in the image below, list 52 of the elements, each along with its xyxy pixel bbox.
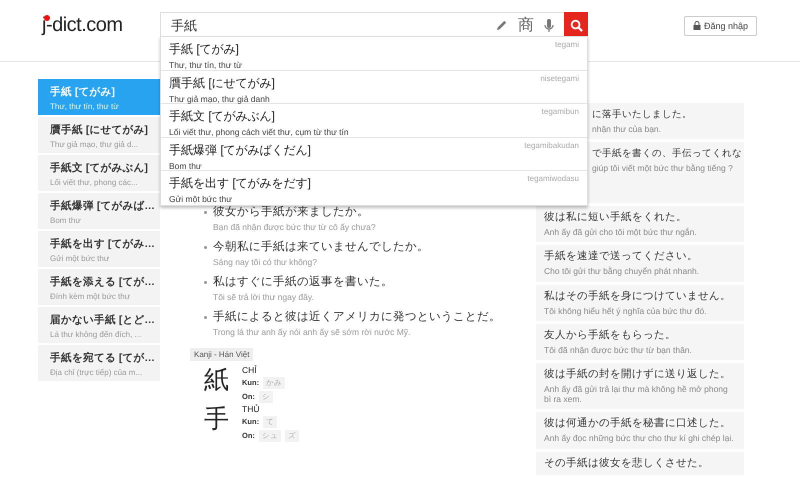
bullet-icon — [204, 316, 207, 319]
sidebar-item[interactable]: 手紙を添える [てが… Đính kèm một bức thư — [38, 269, 160, 307]
example-translation: nhận thư của bạn. — [592, 124, 662, 134]
bullet-icon — [204, 246, 207, 249]
bullet-icon — [204, 281, 207, 284]
pencil-icon[interactable] — [495, 19, 508, 32]
site-logo[interactable]: j-dict.com — [42, 14, 160, 37]
sidebar-item[interactable]: 届かない手紙 [とど… Lá thư không đến đích, ... — [38, 307, 160, 345]
example-sentence: 彼は私に短い手紙をくれた。 — [544, 211, 688, 224]
kanji-character[interactable]: 手 — [204, 404, 234, 442]
kanji-button[interactable]: 商 — [518, 15, 534, 36]
example-translation: Tôi sẽ trả lời thư ngay đây. — [213, 292, 315, 302]
example-sentence: 彼は手紙の封を開けずに送り返した。 — [544, 368, 732, 381]
example-sentence: 私はすぐに手紙の返事を書いた。 — [213, 274, 393, 289]
search-icon — [570, 19, 582, 32]
example-translation: Bạn đã nhận được bức thư từ cô ấy chưa? — [213, 222, 376, 232]
sidebar-item[interactable]: 手紙を出す [てがみ… Gửi một bức thư — [38, 231, 160, 269]
suggestion-item[interactable]: 贋手紙 [にせてがみ] Thư giả mạo, thư giả danh nisetegami — [161, 70, 587, 104]
example-translation: Cho tôi gửi thư bằng chuyển phát nhanh. — [544, 266, 700, 277]
suggestion-item[interactable]: 手紙 [てがみ] Thư, thư tín, thư từ tegami — [161, 37, 587, 70]
example-sentence: で手紙を書くの、手伝ってくれな — [592, 147, 742, 160]
example-translation: Anh ấy đã gửi cho tôi một bức thư ngắn. — [544, 227, 698, 238]
microphone-icon[interactable] — [544, 18, 554, 32]
example-sentence: 今朝私に手紙は来ていませんでしたか。 — [213, 239, 429, 254]
example-translation: Tôi không hiểu hết ý nghĩa của bức thư đó. — [544, 306, 708, 316]
example-sentence: 友人から手紙をもらった。 — [544, 328, 677, 342]
sidebar-item[interactable]: 手紙文 [てがみぶん] Lối viết thư, phong các... — [38, 155, 160, 193]
example-translation: Tôi đã nhận được bức thư từ bạn thân. — [544, 344, 693, 355]
example-translation: giúp tôi viết một bức thư bằng tiếng ? — [592, 163, 734, 174]
section-tag: Kanji - Hán Việt — [190, 348, 254, 361]
example-sentence: に落手いたしました。 — [592, 108, 693, 121]
login-button[interactable]: Đăng nhập — [684, 16, 758, 36]
han-viet-reading: THỦ — [242, 404, 260, 414]
sidebar-item[interactable]: 手紙爆弾 [てがみば… Bom thư — [38, 193, 160, 231]
lock-icon — [693, 21, 701, 30]
kanji-character[interactable]: 紙 — [204, 365, 234, 403]
han-viet-reading: CHỈ — [242, 365, 258, 375]
sidebar-item[interactable]: 贋手紙 [にせてがみ] Thư giả mạo, thư giả d... — [38, 117, 160, 155]
example-translation: Trong lá thư anh ấy nói anh ấy sẽ sớm rời nước Mỹ. — [213, 327, 412, 337]
example-translation: Anh ấy đọc những bức thư cho thư kí ghi chép lại. — [544, 433, 735, 444]
example-translation: Sáng nay tôi có thư không? — [213, 257, 318, 267]
sidebar-item[interactable]: 手紙を宛てる [てが… Địa chỉ (trực tiếp) của m... — [38, 345, 160, 383]
example-sentence: 私はその手紙を身につけていません。 — [544, 290, 732, 303]
suggestion-item[interactable]: 手紙を出す [てがみをだす] Gửi một bức thư tegamiwodasu — [161, 171, 587, 204]
example-sentence: その手紙は彼女を悲しくさせた。 — [544, 456, 710, 470]
example-sentence: 手紙を速達で送ってください。 — [544, 250, 699, 264]
example-sentence: 手紙によると彼は近くアメリカに発つということだ。 — [213, 309, 501, 324]
example-translation: Anh ấy đã gửi trả lại thư mà không hề mở phong bì ra xem. — [544, 384, 729, 404]
example-sentence: 彼は何通かの手紙を秘書に口述した。 — [544, 417, 732, 430]
suggestion-item[interactable]: 手紙文 [てがみぶん] Lối viết thư, phong cách viết thư, cụm từ thư tín tegamibun — [161, 104, 587, 138]
bullet-icon — [204, 211, 207, 214]
suggestion-item[interactable]: 手紙爆弾 [てがみばくだん] Bom thư tegamibakudan — [161, 138, 587, 171]
